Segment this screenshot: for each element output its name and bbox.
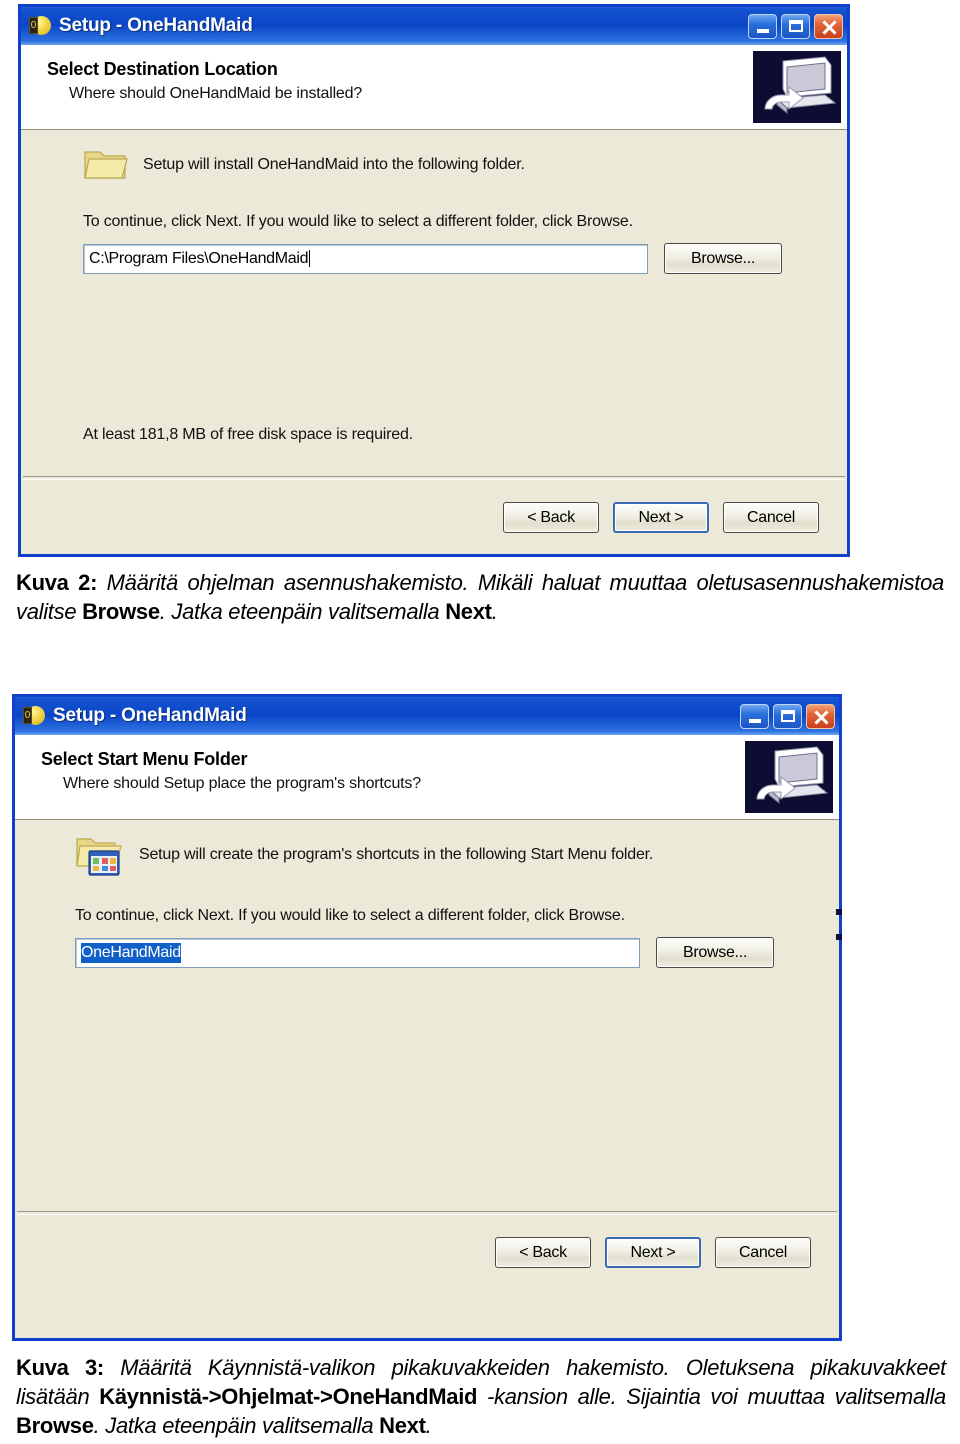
setup-app-icon-glyph: 0	[29, 17, 38, 34]
title-bar[interactable]: 0 Setup - OneHandMaid	[21, 7, 847, 45]
maximize-icon	[782, 15, 809, 38]
footer-divider	[17, 1211, 837, 1215]
caption-kuva-3: Kuva 3: Määritä Käynnistä-valikon pikaku…	[16, 1353, 946, 1440]
back-button[interactable]: < Back	[495, 1237, 591, 1268]
computer-install-icon	[753, 51, 841, 123]
caption-2-bold-next: Next	[445, 599, 492, 625]
setup-app-icon-glyph: 0	[23, 707, 32, 724]
page-subtitle: Where should OneHandMaid be installed?	[69, 85, 363, 102]
page-subtitle: Where should Setup place the program's s…	[63, 775, 421, 792]
wizard-header-text: Select Destination Location Where should…	[21, 45, 362, 129]
next-button[interactable]: Next >	[605, 1237, 701, 1268]
caption-2-bold-browse: Browse	[82, 599, 160, 625]
maximize-icon	[774, 705, 801, 728]
close-button[interactable]	[806, 703, 835, 729]
dialog-button-bar: < Back Next > Cancel	[21, 502, 847, 533]
wizard-header-text: Select Start Menu Folder Where should Se…	[15, 735, 421, 819]
install-path-input[interactable]: C:\Program Files\OneHandMaid	[83, 243, 648, 274]
caption-3-text-2: -kansion alle. Sijaintia voi muuttaa val…	[477, 1384, 946, 1410]
caption-3-bold-path: Käynnistä->Ohjelmat->OneHandMaid	[99, 1384, 478, 1410]
setup-dialog-select-destination: 0 Setup - OneHandMaid Select Destination…	[18, 4, 850, 557]
close-icon	[807, 705, 834, 728]
cancel-button[interactable]: Cancel	[715, 1237, 811, 1268]
page-title: Select Start Menu Folder	[41, 749, 248, 769]
install-folder-lead: Setup will install OneHandMaid into the …	[143, 156, 525, 173]
install-path-value: C:\Program Files\OneHandMaid	[89, 249, 309, 267]
setup-app-icon: 0	[23, 705, 45, 727]
caption-3-bold-browse: Browse	[16, 1413, 94, 1439]
minimize-button[interactable]	[740, 703, 769, 729]
minimize-icon	[749, 15, 776, 38]
caption-3-bold-next: Next	[379, 1413, 426, 1439]
caption-2-text-2: . Jatka eteenpäin valitsemalla	[159, 599, 446, 625]
window-title: Setup - OneHandMaid	[59, 15, 253, 36]
border-artifact	[836, 909, 842, 915]
window-controls	[748, 13, 843, 39]
dialog-body: Setup will install OneHandMaid into the …	[21, 130, 847, 554]
dialog-body: Setup will create the program's shortcut…	[15, 820, 839, 1338]
free-disk-space-text: At least 181,8 MB of free disk space is …	[83, 426, 413, 443]
wizard-header: Select Destination Location Where should…	[21, 45, 847, 130]
title-bar[interactable]: 0 Setup - OneHandMaid	[15, 697, 839, 735]
window-title: Setup - OneHandMaid	[53, 705, 247, 726]
cancel-button[interactable]: Cancel	[723, 502, 819, 533]
folder-icon	[83, 144, 129, 189]
program-group-folder-icon	[75, 834, 125, 885]
computer-install-icon	[745, 741, 833, 813]
minimize-button[interactable]	[748, 13, 777, 39]
footer-divider	[23, 476, 845, 480]
caption-3-label: Kuva 3:	[16, 1355, 104, 1380]
border-artifact	[836, 934, 842, 940]
start-menu-folder-row: Setup will create the program's shortcut…	[15, 820, 839, 885]
browse-button[interactable]: Browse...	[664, 243, 782, 274]
install-folder-row: Setup will install OneHandMaid into the …	[21, 130, 847, 189]
maximize-button[interactable]	[773, 703, 802, 729]
text-caret	[309, 250, 311, 267]
caption-3-text-3: . Jatka eteenpäin valitsemalla	[93, 1413, 380, 1439]
minimize-icon	[741, 705, 768, 728]
setup-dialog-select-start-menu-folder: 0 Setup - OneHandMaid Select Start Menu …	[12, 694, 842, 1341]
start-menu-folder-lead: Setup will create the program's shortcut…	[139, 846, 654, 863]
start-menu-folder-value: OneHandMaid	[81, 942, 181, 963]
setup-app-icon: 0	[29, 15, 51, 37]
close-icon	[815, 15, 842, 38]
dialog-button-bar: < Back Next > Cancel	[15, 1237, 839, 1268]
page-title: Select Destination Location	[47, 59, 278, 79]
install-path-row: C:\Program Files\OneHandMaid Browse...	[21, 243, 847, 274]
maximize-button[interactable]	[781, 13, 810, 39]
caption-2-text-3: .	[491, 599, 498, 625]
browse-button[interactable]: Browse...	[656, 937, 774, 968]
close-button[interactable]	[814, 13, 843, 39]
back-button[interactable]: < Back	[503, 502, 599, 533]
caption-3-text-4: .	[425, 1413, 432, 1439]
install-folder-instruction: To continue, click Next. If you would li…	[83, 213, 633, 230]
next-button[interactable]: Next >	[613, 502, 709, 533]
wizard-header: Select Start Menu Folder Where should Se…	[15, 735, 839, 820]
window-controls	[740, 703, 835, 729]
caption-2-label: Kuva 2:	[16, 570, 98, 595]
caption-kuva-2: Kuva 2: Määritä ohjelman asennushakemist…	[16, 568, 944, 626]
start-menu-folder-instruction: To continue, click Next. If you would li…	[75, 907, 625, 924]
start-menu-folder-input[interactable]: OneHandMaid	[75, 937, 640, 968]
start-menu-folder-row-input: OneHandMaid Browse...	[15, 937, 839, 968]
